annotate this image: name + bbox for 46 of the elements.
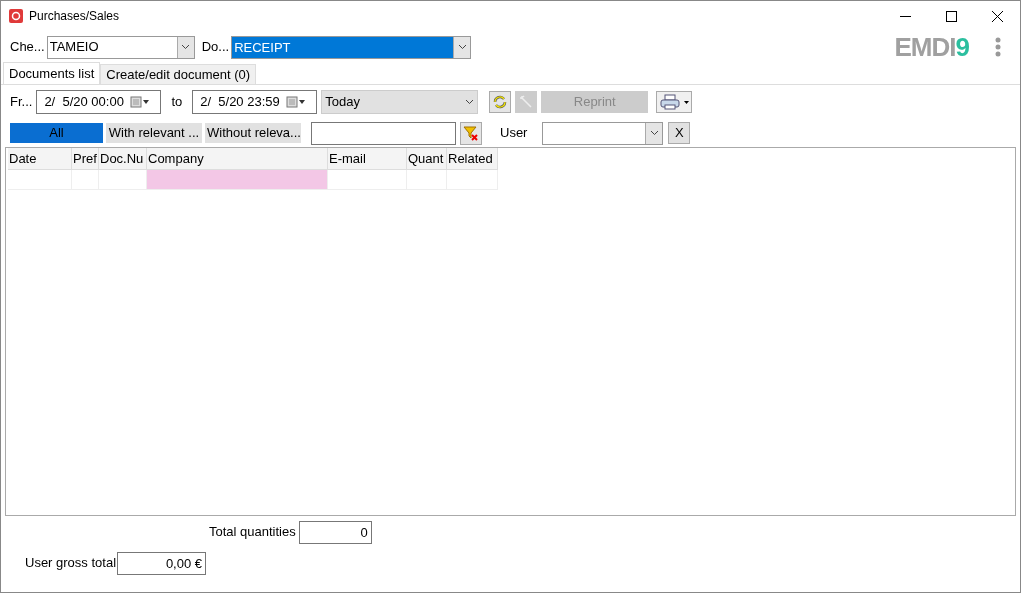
tab[interactable]: Create/edit document (0) xyxy=(100,64,257,84)
app-icon xyxy=(9,9,23,23)
column-header[interactable]: Related xyxy=(447,148,498,170)
search-field[interactable] xyxy=(311,121,456,145)
printer-icon xyxy=(660,94,681,110)
clear-filter-icon xyxy=(463,125,479,141)
date-field[interactable]: 2/ 5/20 23:59 xyxy=(192,90,318,114)
column-header[interactable]: Quant xyxy=(407,148,447,170)
to-label: to xyxy=(171,93,183,112)
window-title: Purchases/Sales xyxy=(29,8,120,25)
clear-filter-button[interactable] xyxy=(460,121,482,145)
column-header[interactable]: Pref xyxy=(72,148,99,170)
calendar-dropdown-icon xyxy=(285,96,306,108)
column-header[interactable]: Company xyxy=(147,148,328,170)
field-label: Che... xyxy=(10,38,45,57)
wand-icon xyxy=(519,95,534,109)
calendar-dropdown-icon xyxy=(129,96,150,108)
filter-button[interactable]: With relevant ... xyxy=(106,123,202,143)
filter-button[interactable]: Without releva... xyxy=(205,123,301,143)
column-header[interactable]: Doc.Nu xyxy=(99,148,147,170)
maximize-icon xyxy=(945,10,957,22)
total-label: Total quantities xyxy=(209,523,296,542)
logo: EMDI9 xyxy=(894,34,969,60)
minimize-icon xyxy=(899,15,911,17)
dropdown-field[interactable]: TAMEIO xyxy=(46,35,195,59)
total-label: User gross total xyxy=(25,554,117,573)
period-dropdown[interactable]: Today xyxy=(321,90,479,114)
print-button[interactable] xyxy=(656,91,693,113)
refresh-button[interactable] xyxy=(489,91,512,113)
user-dropdown[interactable] xyxy=(542,121,664,145)
filter-button[interactable]: All xyxy=(10,123,103,143)
column-header[interactable]: Date xyxy=(8,148,72,170)
refresh-icon xyxy=(492,94,509,110)
total-value: 0 xyxy=(298,520,372,544)
from-label: Fr... xyxy=(10,93,33,112)
more-options-icon[interactable] xyxy=(995,37,1001,57)
dropdown-field[interactable]: RECEIPT xyxy=(231,35,472,59)
date-field[interactable]: 2/ 5/20 00:00 xyxy=(36,90,162,114)
clear-user-button[interactable]: X xyxy=(668,122,691,144)
tab[interactable]: Documents list xyxy=(3,62,101,84)
user-label: User xyxy=(500,124,528,143)
field-label: Do... xyxy=(201,38,230,57)
dropdown-arrow-icon xyxy=(684,100,690,104)
total-value: 0,00 € xyxy=(117,551,207,575)
column-header[interactable]: E-mail xyxy=(328,148,407,170)
close-icon xyxy=(991,10,1003,22)
